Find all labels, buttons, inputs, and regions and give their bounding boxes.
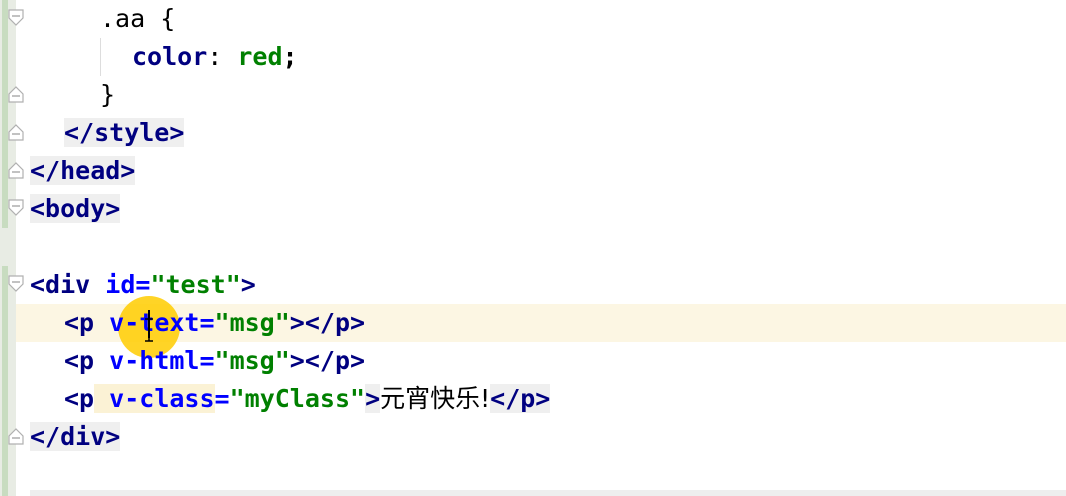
html-tag: </style> [64,118,185,147]
html-attribute: v- [94,308,140,337]
code-editor[interactable]: .aa { color: red; } </style> </head> <bo… [0,0,1066,496]
html-tag-close: > [365,384,381,413]
html-attribute: id= [90,270,151,299]
attribute-value: "msg" [214,308,290,337]
fold-icon[interactable] [6,426,26,446]
text-content: 元宵快乐! [380,384,491,413]
change-marker [2,0,8,228]
code-line[interactable]: </head> [30,152,136,190]
attribute-value: "test" [150,270,241,299]
css-colon: : [207,42,238,71]
html-tag-end: </p> [490,384,551,413]
html-attribute: v-html= [94,346,215,375]
indent-guide [100,38,101,76]
css-selector: .aa [100,4,146,33]
attribute-value: "myClass" [229,384,366,413]
code-line[interactable]: <p v-text="msg"></p> [64,304,365,342]
css-value: red [237,42,283,71]
fold-icon[interactable] [6,198,26,218]
html-tag-open: <p [64,346,95,375]
css-brace: { [145,4,176,33]
html-tag: <body> [30,194,121,223]
code-line[interactable]: </style> [64,114,185,152]
html-tag-open: <p [64,308,95,337]
text-cursor-icon [144,318,154,342]
css-brace: } [100,80,116,109]
code-line[interactable]: <body> [30,190,121,228]
code-line[interactable]: </div> [30,418,121,456]
fold-icon[interactable] [6,122,26,142]
code-line[interactable]: .aa { [100,0,175,38]
html-tag: </head> [30,156,136,185]
fold-icon[interactable] [6,160,26,180]
html-attribute: = [214,384,230,413]
html-attribute: v-class [94,384,215,413]
divider [30,490,1066,496]
attribute-value: "msg" [214,346,290,375]
html-tag-close: > [240,270,256,299]
html-tag-open: <div [30,270,91,299]
css-property: color [132,42,208,71]
fold-icon[interactable] [6,84,26,104]
fold-icon[interactable] [6,8,26,28]
code-line[interactable]: } [100,76,115,114]
code-line[interactable]: <p v-class="myClass">元宵快乐!</p> [64,380,551,418]
html-tag-close: ></p> [289,346,366,375]
html-tag-close: ></p> [289,308,366,337]
html-tag: </div> [30,422,121,451]
code-line[interactable]: <p v-html="msg"></p> [64,342,365,380]
code-line[interactable]: color: red; [132,38,298,76]
fold-icon[interactable] [6,274,26,294]
css-semicolon: ; [282,42,298,71]
change-marker [2,266,8,496]
html-tag-open: <p [64,384,95,413]
